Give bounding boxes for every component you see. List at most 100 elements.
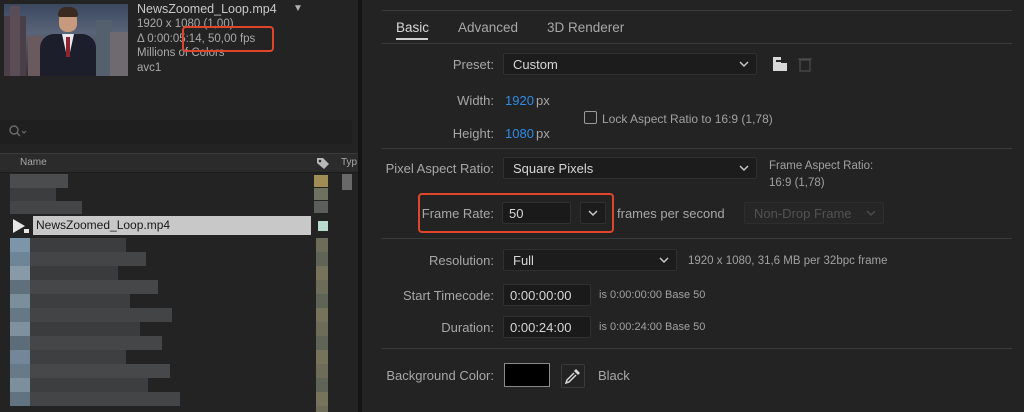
blurred-row	[10, 188, 56, 201]
blurred-row	[10, 350, 30, 364]
par-dropdown[interactable]: Square Pixels	[503, 157, 757, 179]
chevron-down-icon	[659, 257, 669, 264]
blurred-label	[314, 175, 328, 187]
blurred-row	[30, 350, 126, 364]
width-value[interactable]: 1920	[505, 93, 534, 108]
frame-aspect-value: 16:9 (1,78)	[769, 177, 825, 189]
height-label: Height:	[452, 126, 494, 141]
frame-rate-value: 50	[509, 206, 524, 221]
blurred-row	[30, 378, 148, 392]
section-divider	[382, 348, 1012, 349]
par-value: Square Pixels	[513, 161, 594, 176]
height-unit: px	[536, 126, 550, 141]
blurred-type-icon	[342, 174, 352, 190]
project-panel: NewsZoomed_Loop.mp4 ▼ 1920 x 1080 (1,00)…	[0, 0, 358, 412]
blurred-label	[314, 201, 328, 213]
fps-highlight-box	[182, 26, 274, 52]
lock-aspect-label: Lock Aspect Ratio to 16:9 (1,78)	[602, 112, 773, 126]
blurred-row	[10, 322, 30, 336]
width-unit: px	[536, 93, 550, 108]
blurred-row	[30, 392, 180, 406]
project-search-input[interactable]	[0, 120, 352, 144]
blurred-row	[10, 364, 30, 378]
column-type-header[interactable]: Typ	[341, 157, 357, 168]
drop-frame-dropdown[interactable]: Non-Drop Frame	[744, 202, 884, 224]
tab-basic[interactable]: Basic	[396, 20, 429, 35]
blurred-row	[10, 174, 68, 188]
chevron-down-icon	[739, 61, 749, 68]
eyedropper-button[interactable]	[561, 364, 585, 388]
save-preset-icon	[773, 57, 787, 71]
height-value[interactable]: 1080	[505, 126, 534, 141]
chevron-down-icon	[866, 210, 876, 217]
composition-settings-panel: Basic Advanced 3D Renderer Preset: Custo…	[362, 0, 1024, 412]
tab-advanced[interactable]: Advanced	[458, 20, 518, 35]
tab-top-divider	[382, 10, 1012, 11]
column-name-header[interactable]: Name	[20, 157, 47, 168]
lock-aspect-checkbox[interactable]	[584, 111, 597, 124]
blurred-row	[30, 266, 118, 280]
blurred-label	[314, 188, 328, 200]
preset-value: Custom	[513, 57, 558, 72]
blurred-row	[10, 266, 30, 280]
trash-icon	[798, 58, 812, 72]
resolution-value: Full	[513, 253, 534, 268]
drop-frame-value: Non-Drop Frame	[754, 206, 852, 221]
chevron-down-icon	[588, 210, 598, 217]
blurred-row	[30, 252, 146, 266]
duration-info: is 0:00:24:00 Base 50	[599, 321, 706, 333]
blurred-row	[30, 280, 158, 294]
search-icon	[9, 125, 27, 137]
tab-bottom-divider	[382, 43, 1012, 44]
frame-rate-label: Frame Rate:	[421, 206, 494, 221]
chevron-down-icon	[739, 165, 749, 172]
blurred-label-column	[316, 238, 328, 412]
resolution-label: Resolution:	[428, 253, 494, 268]
section-divider	[382, 238, 1012, 239]
blurred-row	[10, 336, 30, 350]
duration-label: Duration:	[441, 320, 494, 335]
preset-label: Preset:	[452, 57, 494, 72]
project-list-header: Name Typ	[0, 153, 358, 173]
clip-dropdown-icon[interactable]: ▼	[293, 3, 303, 14]
delete-preset-button[interactable]	[794, 53, 816, 75]
resolution-dropdown[interactable]: Full	[503, 249, 677, 271]
bg-color-name: Black	[598, 368, 630, 383]
duration-input[interactable]: 0:00:24:00	[503, 316, 591, 338]
frame-aspect-label: Frame Aspect Ratio:	[769, 160, 874, 172]
blurred-row	[10, 392, 30, 406]
blurred-row	[30, 322, 140, 336]
bg-color-swatch[interactable]	[504, 363, 550, 387]
save-preset-button[interactable]	[770, 53, 792, 75]
blurred-row	[10, 252, 30, 266]
start-timecode-info: is 0:00:00:00 Base 50	[599, 289, 706, 301]
resolution-info: 1920 x 1080, 31,6 MB per 32bpc frame	[688, 255, 888, 267]
selected-item-name[interactable]: NewsZoomed_Loop.mp4	[36, 218, 170, 232]
duration-value: 0:00:24:00	[510, 320, 572, 335]
start-timecode-value: 0:00:00:00	[510, 288, 572, 303]
frame-rate-input[interactable]: 50	[502, 202, 571, 224]
blurred-row	[30, 336, 162, 350]
start-timecode-input[interactable]: 0:00:00:00	[503, 284, 591, 306]
blurred-row	[10, 201, 82, 214]
section-divider	[382, 148, 1012, 149]
frame-rate-unit: frames per second	[617, 206, 725, 221]
tab-3d-renderer[interactable]: 3D Renderer	[547, 20, 624, 35]
footage-play-icon	[13, 219, 29, 233]
frame-rate-dropdown[interactable]	[580, 202, 606, 224]
blurred-row	[10, 378, 30, 392]
blurred-row	[30, 364, 170, 378]
label-tag-icon[interactable]	[316, 156, 330, 170]
blurred-row	[30, 238, 126, 252]
clip-codec: avc1	[137, 62, 162, 74]
preset-dropdown[interactable]: Custom	[503, 53, 757, 75]
blurred-row	[10, 294, 30, 308]
start-timecode-label: Start Timecode:	[402, 288, 494, 303]
blurred-row	[30, 294, 130, 308]
width-label: Width:	[457, 93, 494, 108]
blurred-row	[10, 280, 30, 294]
blurred-row	[10, 308, 30, 322]
tab-basic-underline	[396, 38, 428, 40]
par-label: Pixel Aspect Ratio:	[385, 161, 494, 176]
selected-item-label-color[interactable]	[318, 221, 328, 231]
